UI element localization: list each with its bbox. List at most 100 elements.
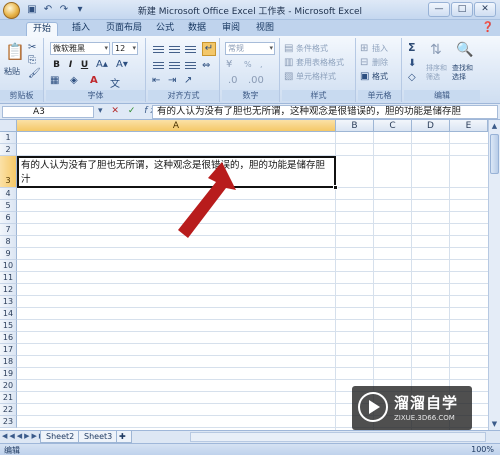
delete-cells-button[interactable]: 删除 [372,57,388,69]
tab-page-layout[interactable]: 页面布局 [100,22,148,36]
row-header-19[interactable]: 19 [0,368,17,380]
tab-insert[interactable]: 插入 [66,22,96,36]
increase-indent-icon[interactable]: ⇥ [168,75,176,86]
confirm-entry-icon[interactable]: ✓ [128,106,139,116]
border-icon[interactable]: ▦ [50,75,59,86]
minimize-button[interactable]: — [428,2,450,17]
scroll-down-icon[interactable]: ▼ [489,418,500,430]
scroll-thumb[interactable] [490,134,499,174]
name-box-dropdown-icon[interactable]: ▾ [98,106,106,116]
percent-button[interactable]: % [244,59,252,71]
sheet-tab-sheet3[interactable]: Sheet3 [78,431,119,443]
font-color-icon[interactable]: A [90,75,98,86]
column-header-a[interactable]: A [17,120,336,132]
close-button[interactable]: ✕ [474,2,496,17]
increase-decimal-icon[interactable]: .0 [228,75,238,86]
align-top-icon[interactable] [152,44,165,55]
tab-view[interactable]: 视图 [250,22,280,36]
decrease-font-icon[interactable]: A▾ [116,59,128,70]
fill-handle[interactable] [333,185,338,190]
row-header-5[interactable]: 5 [0,200,17,212]
row-header-7[interactable]: 7 [0,224,17,236]
sort-filter-button[interactable]: 排序和筛选 [426,64,448,81]
row-header-17[interactable]: 17 [0,344,17,356]
scroll-up-icon[interactable]: ▲ [489,120,500,132]
row-header-15[interactable]: 15 [0,320,17,332]
insert-cells-icon[interactable]: ⊞ [360,43,368,54]
row-header-3[interactable]: 3 [0,156,17,188]
conditional-format-icon[interactable]: ▤ [284,43,293,54]
row-header-2[interactable]: 2 [0,144,17,156]
row-header-13[interactable]: 13 [0,296,17,308]
table-format-button[interactable]: 套用表格格式 [296,57,344,69]
row-header-14[interactable]: 14 [0,308,17,320]
maximize-button[interactable]: □ [451,2,473,17]
worksheet-grid[interactable]: A B C D E 1 2 3 4 5 6 7 8 9 10 11 12 13 14 15 16 17 18 19 2… [0,120,500,430]
decrease-indent-icon[interactable]: ⇤ [152,75,160,86]
comma-button[interactable]: , [260,59,263,71]
number-format-select[interactable]: 常规 ▾ [225,42,275,55]
font-name-select[interactable]: 微软雅黑 ▾ [50,42,110,55]
row-header-9[interactable]: 9 [0,248,17,260]
align-middle-icon[interactable] [168,44,181,55]
formula-input[interactable]: 有的人认为没有了胆也无所谓，这种观念是很错误的，胆的功能是储存胆 [152,105,498,119]
row-header-1[interactable]: 1 [0,132,17,144]
orientation-icon[interactable]: ↗ [184,75,192,86]
insert-cells-button[interactable]: 插入 [372,43,388,55]
cancel-entry-icon[interactable]: ✕ [111,106,122,116]
underline-button[interactable]: U [78,59,91,72]
font-size-select[interactable]: 12 ▾ [112,42,138,55]
column-header-c[interactable]: C [374,120,412,132]
align-bottom-icon[interactable] [184,44,197,55]
italic-button[interactable]: I [64,59,77,72]
paste-button[interactable]: 粘贴 [4,66,20,78]
merge-center-icon[interactable]: ⇔ [202,60,210,71]
paste-icon[interactable]: 📋 [5,42,25,64]
currency-icon[interactable]: ¥ [226,59,232,70]
row-header-23[interactable]: 23 [0,416,17,428]
autosum-button[interactable]: Σ [408,42,416,54]
conditional-format-button[interactable]: 条件格式 [296,43,328,55]
select-all-corner[interactable] [0,120,17,132]
align-right-icon[interactable] [184,60,197,71]
wrap-text-icon[interactable]: ↵ [202,42,216,56]
row-header-12[interactable]: 12 [0,284,17,296]
align-left-icon[interactable] [152,60,165,71]
row-header-8[interactable]: 8 [0,236,17,248]
fill-color-icon[interactable]: ◈ [70,75,78,86]
decrease-decimal-icon[interactable]: .00 [248,75,264,86]
cell-styles-icon[interactable]: ▧ [284,71,293,82]
row-header-10[interactable]: 10 [0,260,17,272]
bold-button[interactable]: B [50,59,63,72]
column-header-b[interactable]: B [336,120,374,132]
row-header-21[interactable]: 21 [0,392,17,404]
zoom-level[interactable]: 100% [471,445,494,454]
tab-home[interactable]: 开始 [26,22,59,36]
row-header-18[interactable]: 18 [0,356,17,368]
tab-review[interactable]: 审阅 [216,22,246,36]
delete-cells-icon[interactable]: ⊟ [360,57,368,68]
row-header-22[interactable]: 22 [0,404,17,416]
align-center-icon[interactable] [168,60,181,71]
cell-styles-button[interactable]: 单元格样式 [296,71,336,83]
row-header-16[interactable]: 16 [0,332,17,344]
row-header-6[interactable]: 6 [0,212,17,224]
column-header-e[interactable]: E [450,120,488,132]
increase-font-icon[interactable]: A▴ [96,59,108,70]
format-cells-icon[interactable]: ▣ [360,71,369,82]
vertical-scrollbar[interactable]: ▲ ▼ [488,120,500,430]
horizontal-scrollbar[interactable] [190,432,486,442]
clear-icon[interactable]: ◇ [408,72,416,83]
row-header-11[interactable]: 11 [0,272,17,284]
table-format-icon[interactable]: ▥ [284,57,293,68]
fill-icon[interactable]: ⬇ [408,58,416,69]
find-select-button[interactable]: 查找和选择 [452,64,476,81]
find-select-icon[interactable]: 🔍 [456,42,473,58]
format-painter-icon[interactable]: 🖌 [28,68,41,79]
name-box[interactable]: A3 [2,106,94,118]
help-icon[interactable]: ❓ [482,22,494,33]
insert-sheet-icon[interactable]: ✚ [116,431,132,443]
copy-icon[interactable]: ⎘ [28,55,36,66]
row-header-4[interactable]: 4 [0,188,17,200]
format-cells-button[interactable]: 格式 [372,71,388,83]
